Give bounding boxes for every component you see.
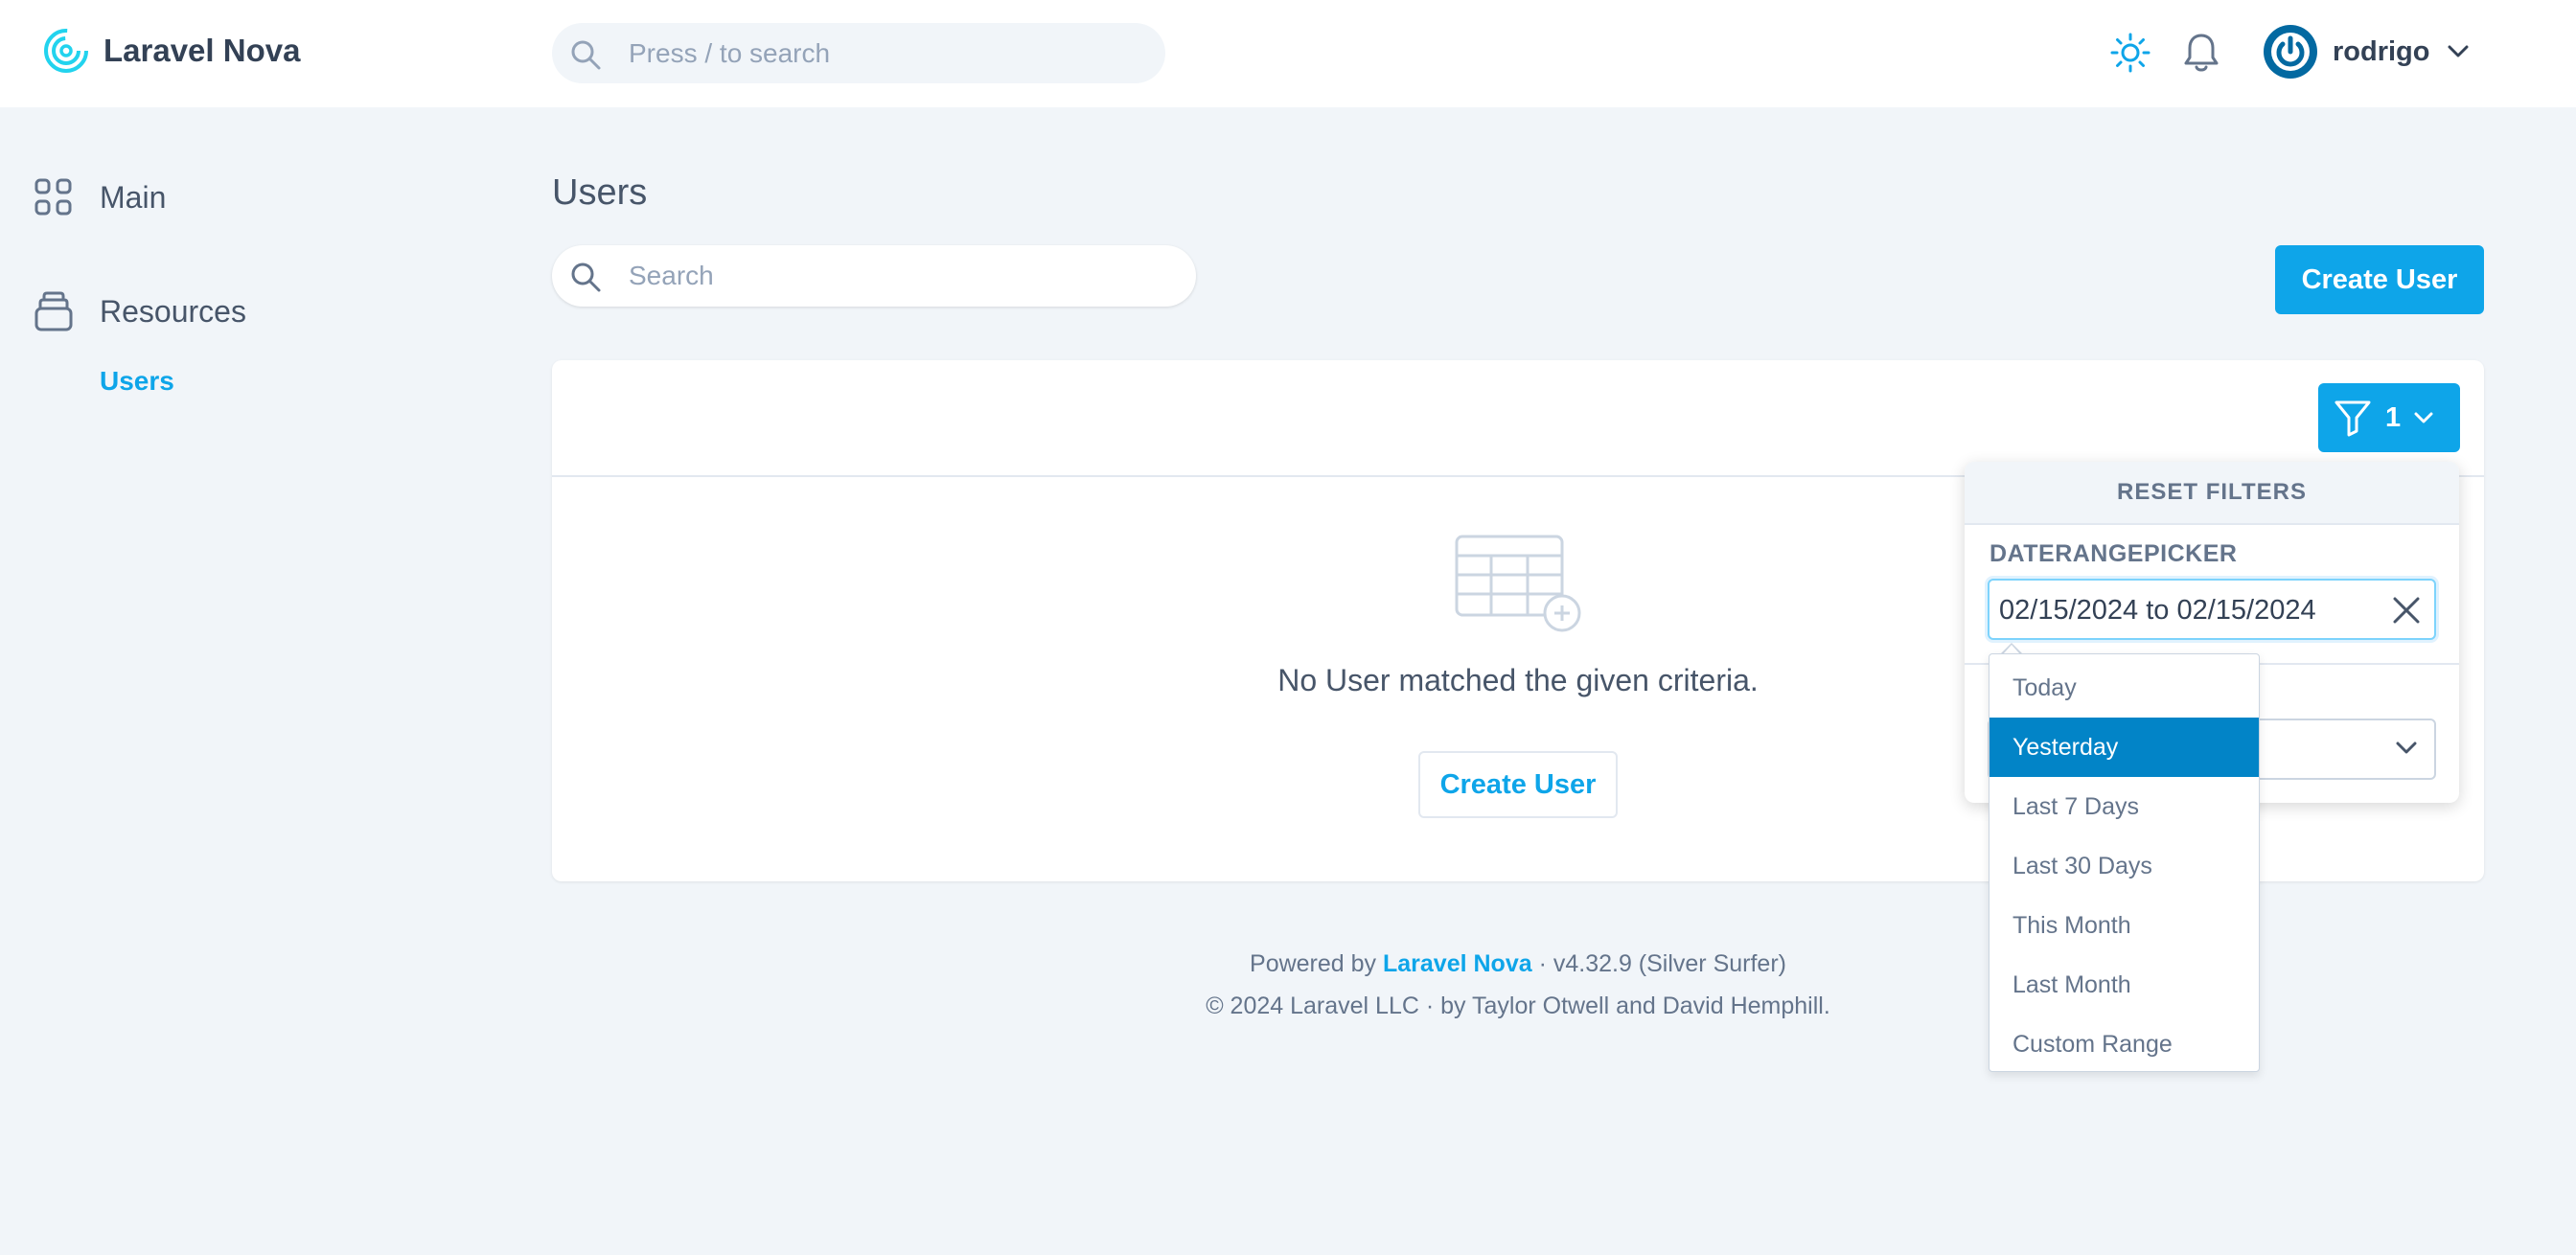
- page-title: Users: [552, 172, 648, 213]
- top-header: Laravel Nova rodrigo: [0, 0, 2576, 107]
- bell-icon[interactable]: [2181, 32, 2221, 74]
- daterange-field[interactable]: [1988, 579, 2436, 640]
- user-menu[interactable]: rodrigo: [2264, 25, 2469, 79]
- search-icon: [571, 262, 601, 292]
- sidebar-item-main[interactable]: Main: [34, 178, 166, 217]
- copyright-text: © 2024 Laravel LLC · by Taylor Otwell an…: [1206, 993, 1830, 1019]
- empty-create-user-button[interactable]: Create User: [1418, 751, 1618, 818]
- sidebar-item-label: Resources: [100, 293, 246, 329]
- page-footer: Powered by Laravel Nova · v4.32.9 (Silve…: [552, 943, 2484, 1027]
- active-filter-count: 1: [2385, 401, 2402, 433]
- search-icon: [571, 40, 601, 70]
- app-name: Laravel Nova: [104, 33, 301, 68]
- sun-icon[interactable]: [2110, 33, 2150, 73]
- global-search-input[interactable]: [629, 37, 1127, 69]
- reset-filters-button[interactable]: RESET FILTERS: [1965, 462, 2459, 525]
- daterange-filter-label: DATERANGEPICKER: [1990, 540, 2238, 567]
- sidebar-item-users[interactable]: Users: [100, 366, 174, 397]
- close-icon[interactable]: [2392, 596, 2421, 625]
- daterange-input[interactable]: [1999, 594, 2382, 627]
- range-option-yesterday[interactable]: Yesterday: [1990, 718, 2259, 777]
- nova-logo-icon: [44, 29, 88, 73]
- powered-by-line: Powered by Laravel Nova · v4.32.9 (Silve…: [552, 943, 2484, 985]
- empty-table-icon: [1455, 535, 1581, 632]
- range-option-last-30-days[interactable]: Last 30 Days: [1990, 836, 2259, 896]
- avatar: [2264, 25, 2317, 79]
- range-option-last-7-days[interactable]: Last 7 Days: [1990, 777, 2259, 836]
- filter-icon: [2334, 400, 2371, 437]
- powered-by-prefix: Powered by: [1250, 950, 1383, 977]
- dashboard-grid-icon: [34, 178, 72, 216]
- sidebar-item-label: Main: [100, 179, 167, 215]
- version-text: · v4.32.9 (Silver Surfer): [1531, 950, 1786, 977]
- app-logo[interactable]: Laravel Nova: [42, 27, 300, 75]
- filter-dropdown-button[interactable]: 1: [2318, 383, 2460, 452]
- global-search[interactable]: [552, 23, 1165, 83]
- resource-search-input[interactable]: [629, 259, 1165, 293]
- create-user-button[interactable]: Create User: [2275, 245, 2484, 314]
- laravel-nova-link[interactable]: Laravel Nova: [1383, 950, 1532, 977]
- resource-search[interactable]: [552, 245, 1196, 307]
- user-name: rodrigo: [2333, 35, 2430, 67]
- chevron-down-icon: [2396, 742, 2417, 754]
- range-option-today[interactable]: Today: [1990, 658, 2259, 718]
- chevron-down-icon: [2448, 45, 2468, 57]
- archive-icon: [34, 291, 73, 331]
- chevron-down-icon: [2414, 412, 2433, 423]
- sidebar-item-resources[interactable]: Resources: [34, 291, 246, 331]
